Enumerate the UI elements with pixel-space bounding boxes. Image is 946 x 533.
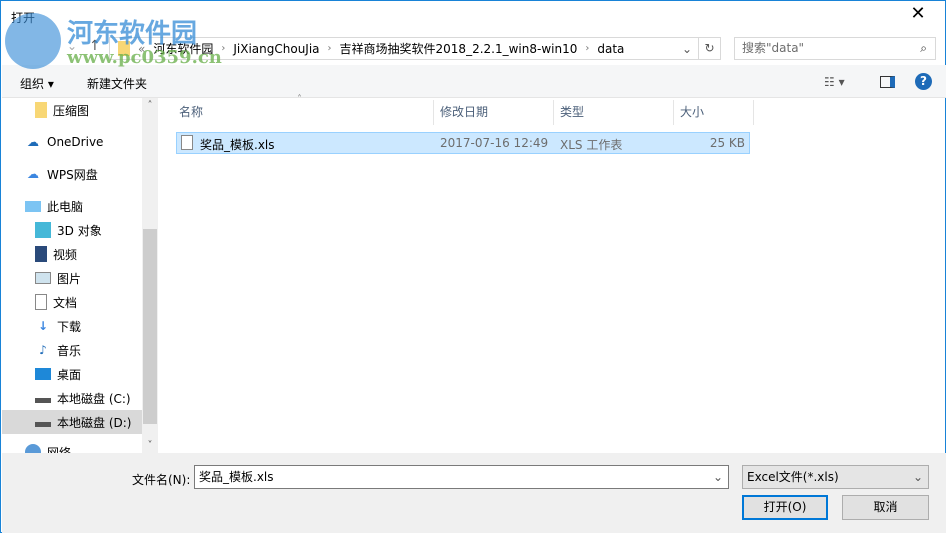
cancel-button[interactable]: 取消 [842, 495, 929, 520]
search-icon: ⌕ [920, 41, 927, 55]
file-modified: 2017-07-16 12:49 [440, 136, 549, 150]
nav-label: WPS网盘 [47, 167, 98, 182]
nav-item[interactable]: 此电脑 [2, 194, 142, 218]
xls-file-icon [181, 135, 193, 150]
file-type: XLS 工作表 [560, 138, 623, 152]
desktop-icon [35, 368, 51, 380]
nav-label: 桌面 [57, 367, 82, 382]
cloud-outline-icon: ☁ [27, 167, 39, 181]
nav-label: 压缩图 [53, 103, 90, 118]
organize-button[interactable]: 组织 ▾ [20, 75, 54, 92]
open-file-dialog: 打开 ✕ ⌄ ↑ « 河东软件园 › JiXiangChouJia › 吉祥商场抽奖… [0, 0, 946, 533]
nav-label: OneDrive [47, 135, 104, 149]
breadcrumb-item[interactable]: 河东软件园 [153, 40, 213, 57]
document-icon [35, 294, 47, 310]
network-icon [25, 444, 41, 453]
folder-icon [35, 102, 47, 118]
filename-value: 奖品_模板.xls [199, 470, 274, 484]
recent-locations-icon[interactable]: ⌄ [67, 39, 77, 53]
video-icon [35, 246, 47, 262]
nav-item[interactable]: ☁ OneDrive [2, 130, 142, 154]
scroll-up-icon[interactable]: ˄ [142, 100, 158, 111]
breadcrumb-item[interactable]: JiXiangChouJia [233, 42, 319, 56]
nav-item-selected[interactable]: 本地磁盘 (D:) [2, 410, 142, 434]
refresh-button[interactable]: ↻ [698, 37, 721, 60]
scroll-down-icon[interactable]: ˅ [142, 440, 158, 451]
nav-item[interactable]: ☁ WPS网盘 [2, 162, 142, 186]
nav-label: 3D 对象 [57, 223, 102, 238]
file-type-select[interactable]: Excel文件(*.xls) ⌄ [742, 465, 929, 489]
nav-label: 视频 [53, 247, 78, 262]
breadcrumb-item[interactable]: 吉祥商场抽奖软件2018_2.2.1_win8-win10 [340, 40, 578, 57]
nav-item[interactable]: 文档 [2, 290, 142, 314]
computer-icon [25, 200, 41, 212]
nav-item[interactable]: 图片 [2, 266, 142, 290]
download-icon: ↓ [37, 319, 49, 333]
navigation-pane: 压缩图 ☁ OneDrive ☁ WPS网盘 此电脑 3D 对象 视频 图片 文档 … [2, 98, 142, 453]
file-type-value: Excel文件(*.xls) [747, 470, 839, 484]
column-header-size[interactable]: 大小 [674, 100, 754, 125]
cloud-icon: ☁ [27, 135, 39, 149]
column-header-type[interactable]: 类型 [554, 100, 674, 125]
overflow-chevron[interactable]: « [138, 42, 145, 56]
nav-item[interactable]: ↓ 下载 [2, 314, 142, 338]
bottom-panel: 文件名(N): 奖品_模板.xls ⌄ Excel文件(*.xls) ⌄ 打开(O)… [2, 453, 946, 533]
scrollbar-thumb[interactable] [143, 229, 157, 424]
chevron-down-icon[interactable]: ⌄ [682, 42, 692, 56]
music-icon: ♪ [39, 343, 47, 357]
nav-label: 此电脑 [47, 199, 84, 214]
nav-label: 图片 [57, 271, 82, 286]
nav-label: 本地磁盘 (C:) [57, 391, 131, 406]
help-icon[interactable]: ? [915, 73, 932, 90]
folder-icon [118, 41, 130, 56]
toolbar: 组织 ▾ 新建文件夹 ☷ ▾ ? [2, 65, 946, 98]
nav-label: 本地磁盘 (D:) [57, 415, 132, 430]
search-input[interactable]: 搜索"data" ⌕ [734, 37, 936, 60]
picture-icon [35, 272, 51, 284]
nav-item[interactable]: 压缩图 [2, 98, 142, 122]
filename-input[interactable]: 奖品_模板.xls ⌄ [194, 465, 729, 489]
drive-icon [35, 417, 51, 427]
nav-label: 下载 [57, 319, 82, 334]
new-folder-button[interactable]: 新建文件夹 [87, 75, 147, 92]
nav-item[interactable]: 本地磁盘 (C:) [2, 386, 142, 410]
column-header-modified[interactable]: 修改日期 [434, 100, 554, 125]
column-header-name[interactable]: 名称 [173, 100, 434, 125]
nav-label: 音乐 [57, 343, 82, 358]
open-button[interactable]: 打开(O) [742, 495, 828, 520]
filename-label: 文件名(N): [132, 473, 191, 487]
file-size: 25 KB [709, 136, 745, 150]
close-button[interactable]: ✕ [903, 3, 933, 24]
nav-item[interactable]: ♪ 音乐 [2, 338, 142, 362]
search-placeholder: 搜索"data" [742, 41, 805, 55]
nav-label: 网络 [47, 445, 72, 454]
nav-item[interactable]: 3D 对象 [2, 218, 142, 242]
breadcrumb-item[interactable]: data [597, 42, 624, 56]
cube-icon [35, 222, 51, 238]
view-options-icon[interactable]: ☷ ▾ [824, 75, 845, 89]
nav-item[interactable]: 网络 [2, 440, 142, 453]
up-arrow-icon[interactable]: ↑ [89, 38, 101, 54]
preview-pane-icon[interactable] [880, 76, 895, 88]
chevron-down-icon[interactable]: ⌄ [713, 466, 723, 488]
file-name: 奖品_模板.xls [200, 138, 275, 152]
nav-item[interactable]: 桌面 [2, 362, 142, 386]
chevron-down-icon: ⌄ [912, 470, 923, 484]
dialog-title: 打开 [11, 11, 36, 25]
nav-label: 文档 [53, 295, 78, 310]
address-bar[interactable]: « 河东软件园 › JiXiangChouJia › 吉祥商场抽奖软件2018_2.… [109, 37, 699, 60]
drive-icon [35, 393, 51, 403]
file-row[interactable]: 奖品_模板.xls 2017-07-16 12:49 XLS 工作表 25 KB [176, 132, 750, 154]
nav-item[interactable]: 视频 [2, 242, 142, 266]
